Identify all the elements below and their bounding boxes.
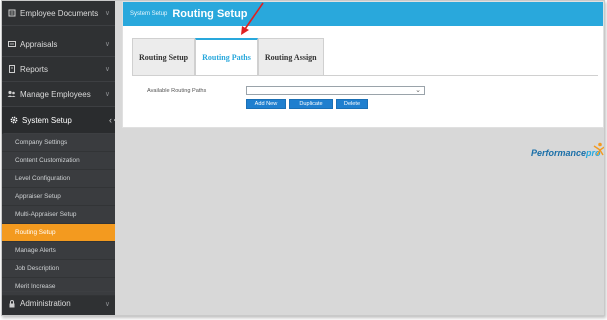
- submenu-item-level-configuration[interactable]: Level Configuration: [2, 170, 115, 188]
- tab-routing-assign[interactable]: Routing Assign: [257, 38, 324, 75]
- sidebar-item-label: Administration: [20, 299, 71, 308]
- sidebar-item-label: Reports: [20, 64, 49, 74]
- logo-figure-icon: [593, 142, 604, 156]
- chevron-down-icon: ⌄: [415, 87, 421, 94]
- document-icon: [7, 9, 16, 18]
- main-content: System Setup Routing Setup Routing Setup…: [115, 1, 604, 315]
- sidebar-item-system-setup[interactable]: System Setup ‹: [2, 107, 119, 134]
- chevron-down-icon: ∨: [104, 10, 110, 17]
- tab-routing-paths[interactable]: Routing Paths: [195, 38, 258, 75]
- app-window: Employee Documents ∨ Appraisals ∨ Report…: [1, 0, 605, 316]
- panel-header: System Setup Routing Setup: [123, 2, 603, 26]
- sidebar-item-administration[interactable]: Administration ∨: [2, 291, 115, 315]
- chevron-down-icon: ∨: [104, 66, 110, 73]
- chevron-down-icon: ∨: [104, 300, 110, 308]
- available-routing-paths-label: Available Routing Paths: [147, 88, 207, 94]
- report-icon: [7, 65, 16, 74]
- chevron-down-icon: ∨: [104, 41, 110, 48]
- delete-button[interactable]: Delete: [336, 99, 368, 109]
- submenu-item-manage-alerts[interactable]: Manage Alerts: [2, 242, 115, 260]
- breadcrumb[interactable]: System Setup: [130, 11, 167, 17]
- routing-setup-panel: System Setup Routing Setup Routing Setup…: [122, 1, 604, 128]
- chevron-down-icon: ∨: [104, 91, 110, 98]
- system-setup-submenu: Company Settings Content Customization L…: [2, 134, 115, 296]
- sidebar-item-employee-documents[interactable]: Employee Documents ∨: [2, 1, 115, 26]
- duplicate-button[interactable]: Duplicate: [289, 99, 333, 109]
- sidebar-item-label: Employee Documents: [20, 8, 99, 18]
- submenu-item-multi-appraiser-setup[interactable]: Multi-Appraiser Setup: [2, 206, 115, 224]
- chevron-left-icon: ‹: [109, 115, 112, 125]
- tab-bar: Routing Setup Routing Paths Routing Assi…: [132, 38, 324, 75]
- available-routing-paths-select[interactable]: ⌄: [246, 86, 425, 95]
- tab-routing-setup[interactable]: Routing Setup: [132, 38, 196, 75]
- sidebar-item-reports[interactable]: Reports ∨: [2, 57, 115, 82]
- sidebar: Employee Documents ∨ Appraisals ∨ Report…: [2, 1, 119, 315]
- people-icon: [7, 90, 16, 99]
- logo-text-main: Performance: [531, 148, 587, 158]
- submenu-item-job-description[interactable]: Job Description: [2, 260, 115, 278]
- appraisal-icon: [7, 40, 16, 49]
- tab-divider: [132, 75, 598, 76]
- sidebar-item-manage-employees[interactable]: Manage Employees ∨: [2, 82, 115, 107]
- gear-icon: [9, 116, 18, 125]
- submenu-item-company-settings[interactable]: Company Settings: [2, 134, 115, 152]
- sidebar-item-appraisals[interactable]: Appraisals ∨: [2, 32, 115, 57]
- submenu-item-appraiser-setup[interactable]: Appraiser Setup: [2, 188, 115, 206]
- sidebar-item-label: Appraisals: [20, 39, 58, 49]
- submenu-item-content-customization[interactable]: Content Customization: [2, 152, 115, 170]
- admin-icon: [7, 299, 16, 308]
- performancepro-logo: Performancepro: [531, 148, 601, 158]
- add-new-button[interactable]: Add New: [246, 99, 286, 109]
- sidebar-item-label: Manage Employees: [20, 89, 91, 99]
- submenu-item-routing-setup[interactable]: Routing Setup: [2, 224, 115, 242]
- sidebar-item-label: System Setup: [22, 115, 72, 125]
- annotation-arrow-icon: [241, 2, 264, 35]
